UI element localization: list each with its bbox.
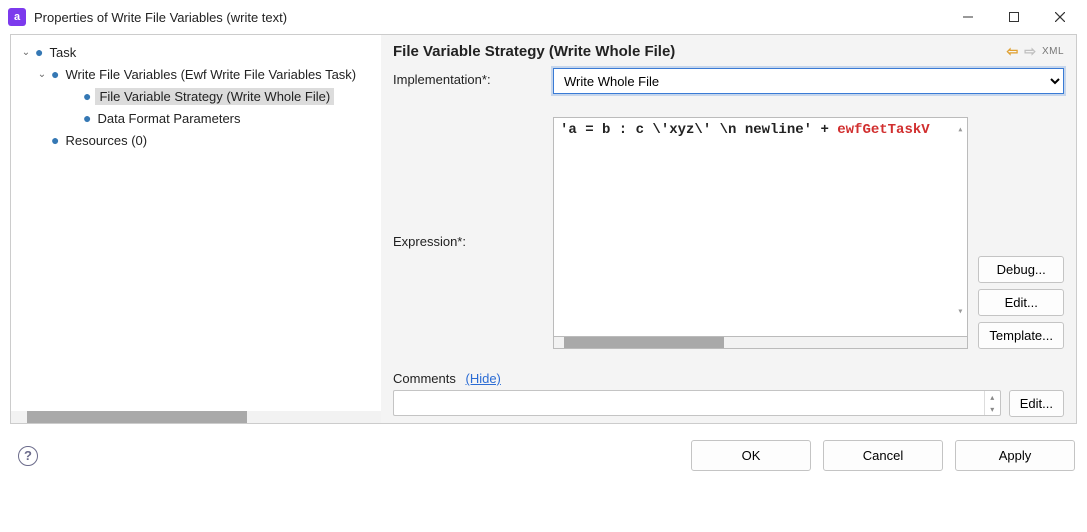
tree-label: Task bbox=[47, 44, 78, 61]
implementation-label: Implementation*: bbox=[393, 68, 543, 87]
bullet-icon: ● bbox=[83, 89, 91, 103]
comments-label: Comments bbox=[393, 371, 456, 386]
expression-input[interactable]: ▴ 'a = b : c \'xyz\' \n newline' + ewfGe… bbox=[553, 117, 968, 337]
comments-spinner-down[interactable]: ▾ bbox=[985, 403, 1000, 415]
bullet-icon: ● bbox=[35, 45, 43, 59]
bullet-icon: ● bbox=[83, 111, 91, 125]
bullet-icon: ● bbox=[51, 67, 59, 81]
expression-code: 'a = b : c \'xyz\' \n newline' + bbox=[560, 122, 837, 138]
apply-button[interactable]: Apply bbox=[955, 440, 1075, 471]
comments-hide-link[interactable]: (Hide) bbox=[465, 371, 500, 386]
nav-back-icon[interactable]: ⇦ bbox=[1006, 43, 1018, 60]
tree-item-file-variable-strategy[interactable]: ● File Variable Strategy (Write Whole Fi… bbox=[11, 85, 381, 107]
comments-input[interactable]: ▴ ▾ bbox=[393, 390, 1001, 416]
help-icon[interactable]: ? bbox=[18, 446, 38, 466]
debug-button[interactable]: Debug... bbox=[978, 256, 1064, 283]
implementation-select[interactable]: Write Whole File bbox=[553, 68, 1064, 94]
form-pane: File Variable Strategy (Write Whole File… bbox=[381, 35, 1076, 423]
tree-pane: ⌄ ● Task ⌄ ● Write File Variables (Ewf W… bbox=[11, 35, 381, 423]
template-button[interactable]: Template... bbox=[978, 322, 1064, 349]
tree-item-task[interactable]: ⌄ ● Task bbox=[11, 41, 381, 63]
nav-forward-icon[interactable]: ⇨ bbox=[1024, 43, 1036, 60]
maximize-button[interactable] bbox=[991, 2, 1037, 32]
edit-expression-button[interactable]: Edit... bbox=[978, 289, 1064, 316]
tree-horizontal-scrollbar[interactable] bbox=[11, 411, 381, 423]
cancel-button[interactable]: Cancel bbox=[823, 440, 943, 471]
tree-label: Data Format Parameters bbox=[95, 110, 242, 127]
titlebar: a Properties of Write File Variables (wr… bbox=[0, 0, 1087, 34]
expression-label: Expression*: bbox=[393, 230, 543, 249]
tree-label: File Variable Strategy (Write Whole File… bbox=[95, 88, 334, 105]
minimize-button[interactable] bbox=[945, 2, 991, 32]
scroll-down-icon[interactable]: ▾ bbox=[957, 306, 963, 318]
expression-code-function: ewfGetTaskV bbox=[837, 122, 929, 138]
ok-button[interactable]: OK bbox=[691, 440, 811, 471]
scroll-up-icon[interactable]: ▴ bbox=[957, 124, 963, 136]
app-icon: a bbox=[8, 8, 26, 26]
edit-comments-button[interactable]: Edit... bbox=[1009, 390, 1064, 417]
bullet-icon: ● bbox=[51, 133, 59, 147]
comments-spinner-up[interactable]: ▴ bbox=[985, 391, 1000, 403]
expression-horizontal-scrollbar[interactable] bbox=[553, 337, 968, 349]
window-title: Properties of Write File Variables (writ… bbox=[34, 10, 945, 25]
tree-label: Resources (0) bbox=[63, 132, 149, 149]
tree-item-data-format-parameters[interactable]: ● Data Format Parameters bbox=[11, 107, 381, 129]
tree-label: Write File Variables (Ewf Write File Var… bbox=[63, 66, 358, 83]
tree-item-write-file-variables[interactable]: ⌄ ● Write File Variables (Ewf Write File… bbox=[11, 63, 381, 85]
xml-button[interactable]: XML bbox=[1042, 46, 1064, 57]
close-button[interactable] bbox=[1037, 2, 1083, 32]
tree-item-resources[interactable]: ● Resources (0) bbox=[11, 129, 381, 151]
panel-title: File Variable Strategy (Write Whole File… bbox=[393, 43, 1006, 60]
expand-icon[interactable]: ⌄ bbox=[35, 69, 49, 80]
expand-icon[interactable]: ⌄ bbox=[19, 47, 33, 58]
